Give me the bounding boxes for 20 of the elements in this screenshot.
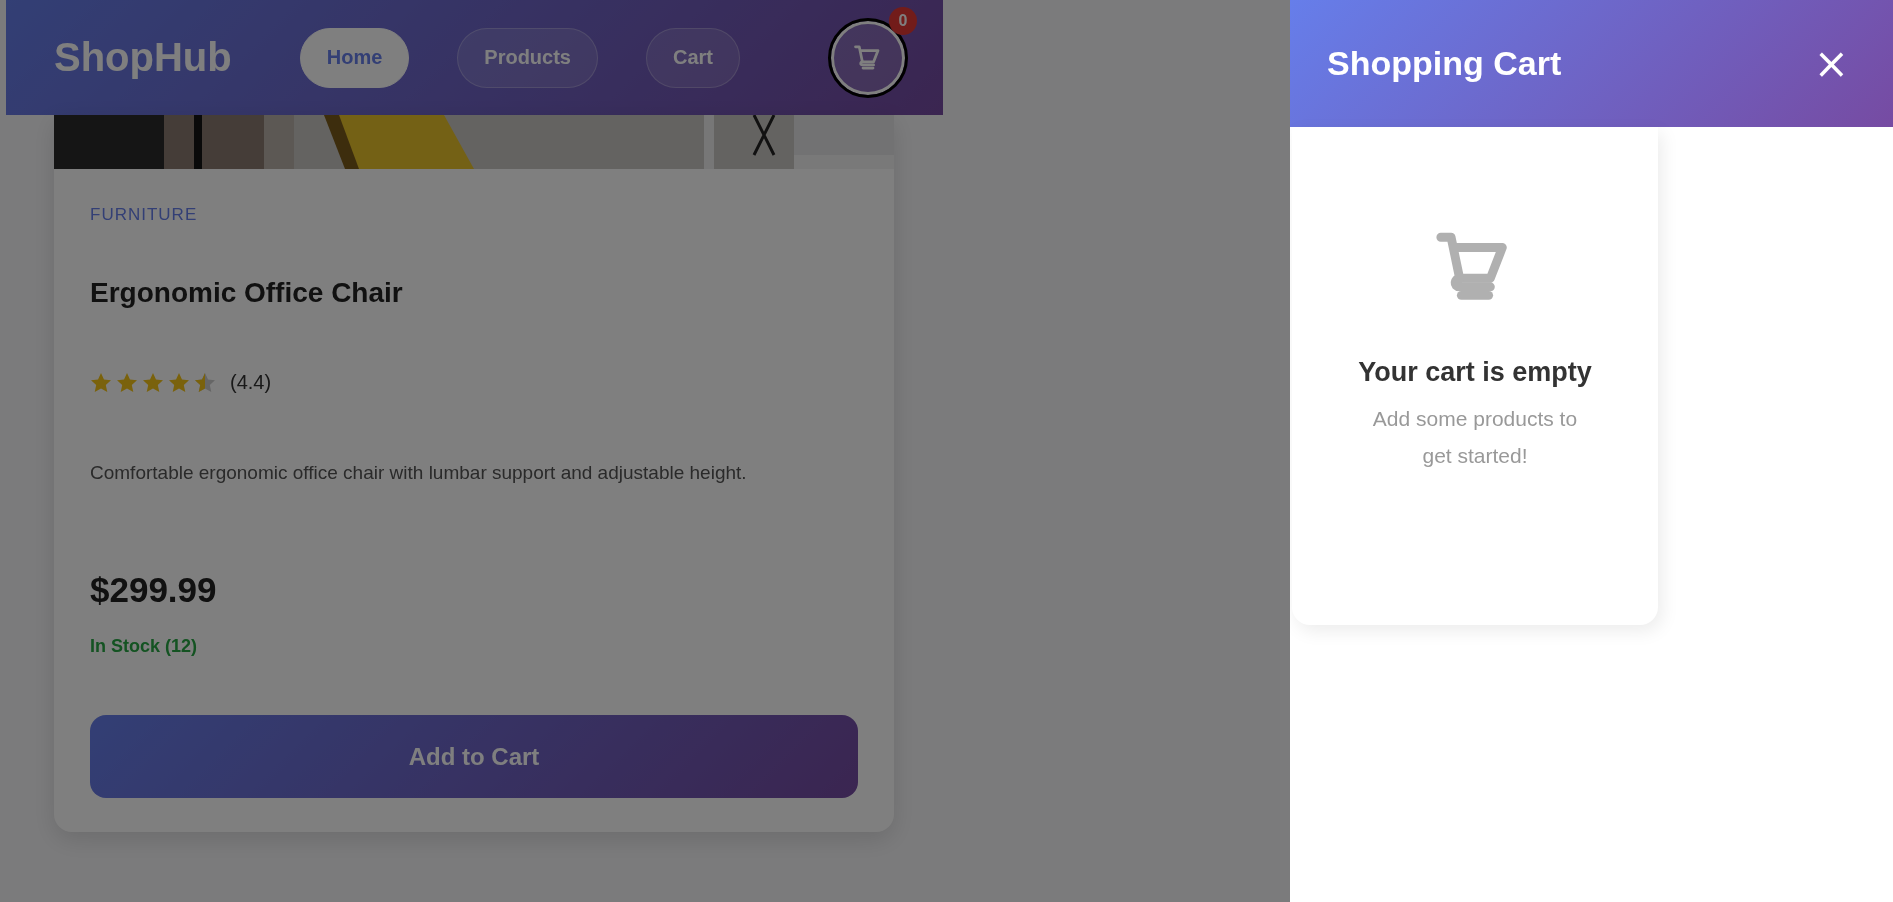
panel-title: Shopping Cart bbox=[1327, 44, 1562, 83]
star-icon bbox=[194, 371, 216, 394]
product-category: FURNITURE bbox=[90, 205, 198, 225]
backdrop-overlay[interactable] bbox=[0, 0, 1290, 902]
product-title: Ergonomic Office Chair bbox=[90, 277, 403, 309]
product-description: Comfortable ergonomic office chair with lumbar support and adjustable height. bbox=[90, 462, 747, 484]
product-price: $299.99 bbox=[90, 570, 217, 610]
add-to-cart-button[interactable]: Add to Cart bbox=[90, 715, 858, 798]
cart-count-badge: 0 bbox=[889, 6, 917, 35]
rating-value: (4.4) bbox=[230, 371, 272, 394]
empty-cart-title: Your cart is empty bbox=[1358, 357, 1592, 388]
star-icon bbox=[142, 371, 164, 394]
stock-status: In Stock (12) bbox=[90, 636, 198, 657]
star-icon bbox=[116, 371, 138, 394]
close-button[interactable]: × bbox=[1809, 42, 1853, 85]
empty-cart-message: Add some products to get started! bbox=[1371, 406, 1579, 469]
star-icon bbox=[168, 371, 190, 394]
nav-tab[interactable]: Home bbox=[299, 27, 410, 88]
logo[interactable]: ShopHub bbox=[54, 35, 232, 80]
star-icon bbox=[90, 371, 112, 394]
